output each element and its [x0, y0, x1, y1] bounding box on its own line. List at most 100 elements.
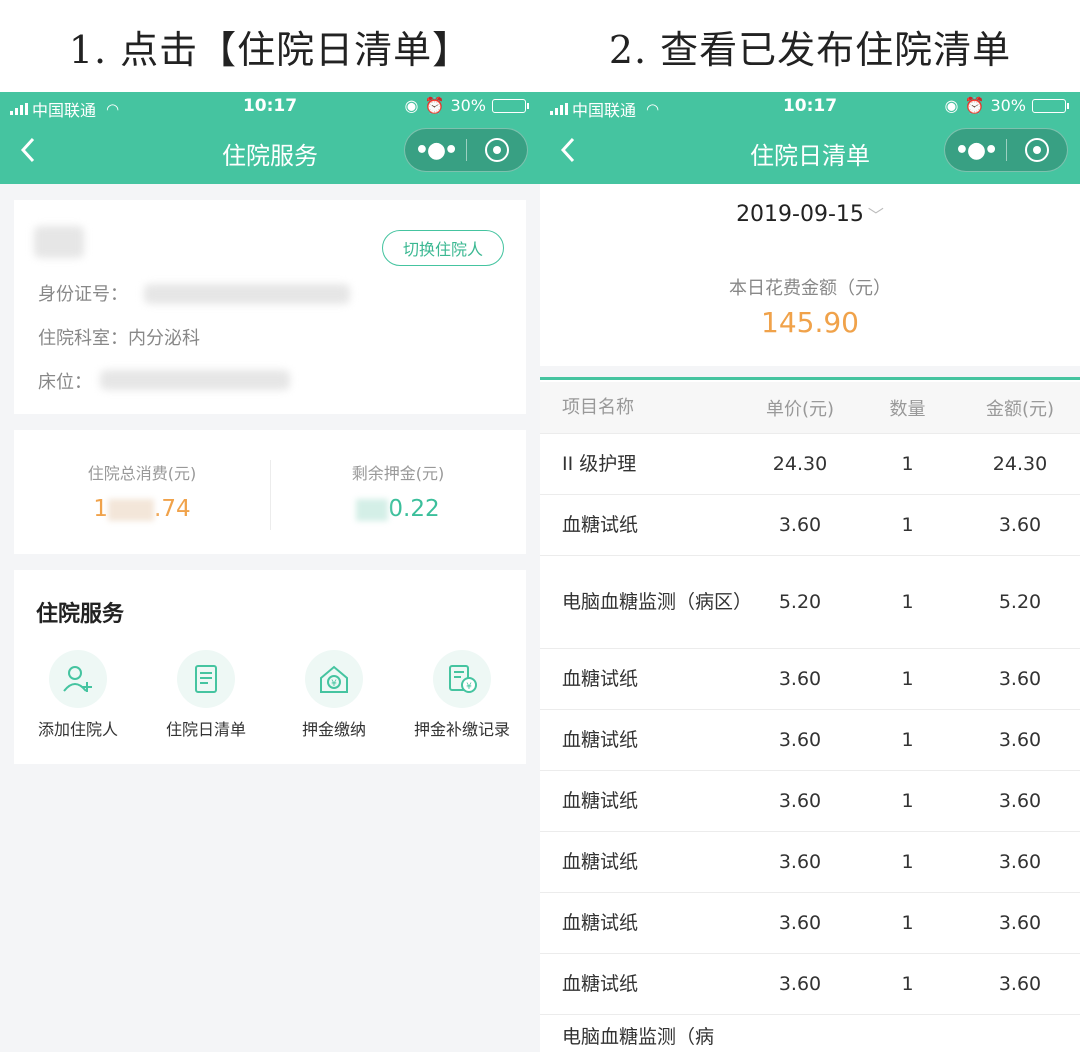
service-label: 添加住院人	[37, 720, 118, 739]
switch-patient-button[interactable]: 切换住院人	[382, 230, 504, 266]
amount: 3.60	[998, 912, 1042, 934]
redacted-total	[108, 498, 155, 521]
left-phone-screen: 中国联通 ◠ 10:17 ◉ ⏰ 30% 住院服务 •●• 切换住院人 身份证号…	[0, 92, 540, 1052]
table-row: 血糖试纸 3.60 1 3.60	[540, 893, 1080, 954]
header-qty: 数量	[889, 398, 926, 420]
target-icon	[1024, 138, 1049, 162]
target-icon	[484, 138, 509, 162]
services-card: 住院服务 添加住院人 住院日清单 ¥ 押金缴纳 ¥ 押金补缴记录	[14, 570, 526, 764]
bed-row: 床位：	[38, 368, 92, 394]
service-label: 押金补缴记录	[413, 720, 510, 739]
date-picker[interactable]: 2019-09-15 ﹀	[540, 202, 1080, 227]
service-daily-list[interactable]: 住院日清单	[142, 650, 270, 750]
header-name: 项目名称	[562, 396, 634, 418]
amount: 24.30	[992, 453, 1048, 475]
amount: 3.60	[998, 729, 1042, 751]
nav-bar: 住院服务 •●•	[0, 122, 540, 184]
alarm-icon: ⏰	[964, 96, 985, 115]
record-yen-icon: ¥	[433, 650, 491, 708]
unit-price: 5.20	[778, 591, 822, 613]
dept-label: 住院科室：	[38, 328, 128, 349]
table-row: 血糖试纸 3.60 1 3.60	[540, 954, 1080, 1015]
patient-info-card: 切换住院人 身份证号： 住院科室：内分泌科 床位：	[14, 200, 526, 414]
item-name: 血糖试纸	[562, 514, 639, 536]
lock-rotation-icon: ◉	[944, 96, 959, 115]
more-button[interactable]: •●•	[945, 138, 1006, 163]
total-suffix: .74	[154, 496, 191, 522]
quantity: 1	[901, 514, 914, 536]
unit-price: 3.60	[778, 790, 822, 812]
svg-text:¥: ¥	[331, 679, 337, 689]
unit-price: 24.30	[772, 453, 828, 475]
table-row: 血糖试纸 3.60 1 3.60	[540, 710, 1080, 771]
amount: 3.60	[998, 973, 1042, 995]
service-add-patient[interactable]: 添加住院人	[14, 650, 142, 750]
service-label: 押金缴纳	[301, 720, 366, 739]
unit-price: 3.60	[778, 729, 822, 751]
section-divider	[540, 366, 1080, 380]
nav-bar: 住院日清单 •●•	[540, 122, 1080, 184]
unit-price: 3.60	[778, 912, 822, 934]
quantity: 1	[901, 591, 914, 613]
add-user-icon	[49, 650, 107, 708]
table-row: 血糖试纸 3.60 1 3.60	[540, 832, 1080, 893]
service-deposit-records[interactable]: ¥ 押金补缴记录	[398, 650, 526, 750]
redacted-deposit	[356, 498, 389, 521]
total-spend-value: 1.74	[14, 496, 270, 522]
total-spend-label: 住院总消费(元)	[87, 464, 197, 483]
item-name: II 级护理	[562, 453, 637, 475]
selected-date: 2019-09-15	[736, 202, 864, 227]
services-title: 住院服务	[36, 602, 125, 627]
id-row: 身份证号：	[38, 280, 128, 306]
quantity: 1	[901, 790, 914, 812]
right-phone-screen: 中国联通 ◠ 10:17 ◉ ⏰ 30% 住院日清单 •●• 2019-09-1…	[540, 92, 1080, 1052]
amount: 3.60	[998, 514, 1042, 536]
quantity: 1	[901, 973, 914, 995]
redacted-bed	[100, 370, 290, 390]
chevron-down-icon: ﹀	[867, 206, 884, 225]
service-label: 住院日清单	[165, 720, 246, 739]
id-label: 身份证号：	[38, 284, 128, 305]
mini-program-capsule: •●•	[404, 128, 528, 172]
top-bar: 中国联通 ◠ 10:17 ◉ ⏰ 30% 住院日清单 •●•	[540, 92, 1080, 184]
top-bar: 中国联通 ◠ 10:17 ◉ ⏰ 30% 住院服务 •●•	[0, 92, 540, 184]
item-name: 电脑血糖监测（病区）	[562, 591, 753, 613]
table-row: 血糖试纸 3.60 1 3.60	[540, 495, 1080, 556]
header-amount: 金额(元)	[985, 398, 1055, 420]
day-total-value: 145.90	[761, 306, 859, 339]
house-yen-icon: ¥	[305, 650, 363, 708]
table-row: 电脑血糖监测（病	[540, 1015, 1080, 1052]
alarm-icon: ⏰	[424, 96, 445, 115]
amount: 3.60	[998, 790, 1042, 812]
item-name: 血糖试纸	[562, 912, 639, 934]
item-name: 血糖试纸	[562, 973, 639, 995]
remaining-deposit: 剩余押金(元) 0.22	[270, 430, 526, 554]
quantity: 1	[901, 912, 914, 934]
item-name: 电脑血糖监测（病	[562, 1026, 715, 1048]
battery-icon	[492, 98, 529, 113]
unit-price: 3.60	[778, 973, 822, 995]
battery-percent: 30%	[990, 96, 1026, 115]
amount	[960, 1015, 1080, 1023]
close-button[interactable]	[467, 138, 527, 162]
service-pay-deposit[interactable]: ¥ 押金缴纳	[270, 650, 398, 750]
item-name: 血糖试纸	[562, 668, 639, 690]
item-name: 血糖试纸	[562, 790, 639, 812]
table-row: 血糖试纸 3.60 1 3.60	[540, 771, 1080, 832]
status-right: ◉ ⏰ 30%	[944, 96, 1069, 115]
item-name: 血糖试纸	[562, 851, 639, 873]
close-button[interactable]	[1007, 138, 1067, 162]
quantity: 1	[901, 453, 914, 475]
deposit-suffix: 0.22	[388, 496, 440, 522]
table-row: 血糖试纸 3.60 1 3.60	[540, 649, 1080, 710]
more-button[interactable]: •●•	[405, 138, 466, 163]
table-row: 电脑血糖监测（病区） 5.20 1 5.20	[540, 556, 1080, 649]
header-price: 单价(元)	[765, 398, 835, 420]
amount: 3.60	[998, 851, 1042, 873]
unit-price: 3.60	[778, 514, 822, 536]
status-right: ◉ ⏰ 30%	[405, 96, 529, 115]
svg-text:¥: ¥	[466, 682, 472, 692]
dept-row: 住院科室：内分泌科	[38, 324, 200, 350]
quantity	[855, 1015, 960, 1023]
left-caption: 1. 点击【住院日清单】	[68, 27, 472, 72]
